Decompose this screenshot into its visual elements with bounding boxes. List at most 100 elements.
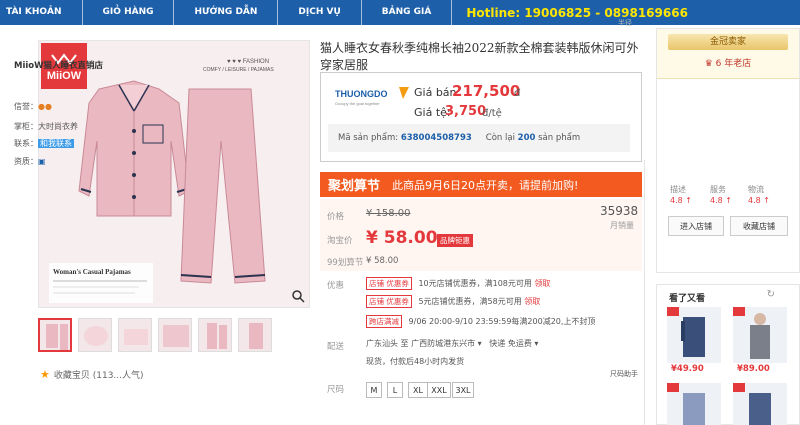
recommended-item[interactable]	[667, 307, 721, 363]
size-option-xxl[interactable]: XXL	[427, 382, 451, 398]
shipping-label: 配送	[327, 342, 345, 352]
shop-name[interactable]: MiioW猫人睡衣直销店	[14, 59, 103, 71]
thuongdo-logo-text: THUONGDO	[335, 89, 388, 99]
size-assistant-link[interactable]: 尺码助手	[610, 369, 638, 379]
rating-service-label: 服务	[710, 185, 726, 194]
thuongdo-logo: THUONGDO Occupy the goal together	[335, 87, 409, 106]
product-info-bar: Mã sản phẩm: 638004508793 Còn lại 200 sả…	[328, 124, 630, 152]
nav-pricing[interactable]: BẢNG GIÁ	[362, 0, 453, 25]
rating-logistics-value: 4.8 ↑	[748, 196, 770, 205]
cross-store-tag: 跨店满减	[366, 315, 402, 328]
shop-credit: 信誉：●●	[14, 102, 52, 111]
jhs-label: 99划算节	[327, 258, 364, 268]
monthly-sales: 35938	[600, 204, 639, 218]
coupon-2: 店铺 优惠券 5元店铺优惠券，满58元可用 领取	[366, 295, 540, 308]
thumbnail[interactable]	[238, 318, 272, 352]
product-code: 638004508793	[400, 133, 472, 143]
favorite-shop-button[interactable]: 收藏店铺	[730, 216, 788, 236]
thumbnail[interactable]	[158, 318, 192, 352]
size-label: 尺码	[327, 385, 345, 395]
thumbnail[interactable]	[78, 318, 112, 352]
enter-shop-button[interactable]: 进入店铺	[668, 216, 724, 236]
coupon-2-tag: 店铺 优惠券	[366, 295, 412, 308]
thumbnail[interactable]	[38, 318, 72, 352]
star-icon: ★	[40, 368, 50, 381]
size-option-m[interactable]: M	[366, 382, 382, 398]
size-option-3xl[interactable]: 3XL	[452, 382, 474, 398]
shipping-express: 快递 免运费	[489, 339, 532, 348]
shop-age: ♛ 6 年老店	[704, 59, 752, 69]
license-icon[interactable]: ▣	[38, 157, 46, 166]
recommended-item[interactable]	[733, 307, 787, 363]
shop-contact[interactable]: 联系： 和我联系	[14, 138, 74, 149]
fashion-sub: COMFY / LEISURE / PAJAMAS	[203, 67, 274, 73]
also-viewed-panel: 看了又看 ↻ ¥49.90 ¥89.00	[656, 284, 800, 425]
coupon-2-claim[interactable]: 领取	[524, 297, 540, 306]
current-price: ¥ 58.00	[366, 228, 438, 248]
coupon-1-text: 10元店铺优惠券，满108元可用	[418, 279, 532, 288]
credit-icon: ●●	[38, 102, 52, 111]
also-viewed-title: 看了又看	[669, 294, 706, 304]
promo-text: 此商品9月6日20点开卖，请提前加购!	[392, 178, 579, 192]
shop-seller: 掌柜：大时尚衣养	[14, 122, 78, 131]
favorite-label: 收藏宝贝 (113...人气)	[53, 371, 144, 381]
size-option-l[interactable]: L	[387, 382, 403, 398]
coupon-1-tag: 店铺 优惠券	[366, 277, 412, 290]
product-title: 猫人睡衣女春秋季纯棉长袖2022新款全棉套装韩版休闲可外穿家居服	[320, 41, 639, 72]
recommended-item[interactable]	[667, 383, 721, 425]
promo-banner: 聚划算节 此商品9月6日20点开卖，请提前加购!	[320, 172, 642, 197]
shop-panel: 金冠卖家 ♛ 6 年老店	[656, 28, 800, 273]
recommended-price: ¥49.90	[671, 364, 704, 374]
nav-services[interactable]: DỊCH VỤ	[278, 0, 362, 25]
jhs-price: ¥ 58.00	[366, 256, 399, 266]
sale-unit: đ	[514, 88, 521, 99]
thuongdo-logo-sub: Occupy the goal together	[335, 101, 380, 106]
recommended-item[interactable]	[733, 383, 787, 425]
coupon-1-claim[interactable]: 领取	[534, 279, 550, 288]
fashion-text: ♥ ♥ ♥ FASHION	[227, 59, 269, 65]
thumbnail[interactable]	[198, 318, 232, 352]
promo-logo: 聚划算节	[328, 179, 381, 194]
monthly-sales-label: 月销量	[610, 221, 634, 230]
nav-account[interactable]: TÀI KHOẢN	[0, 0, 83, 25]
miiow-logo-text: MiiOW	[47, 70, 82, 82]
rating-desc-label: 描述	[670, 185, 686, 194]
shipping-route[interactable]: 广东汕头 至 广西防城港东兴市 ▾ 快递 免运费 ▾	[366, 338, 538, 349]
cross-store-text: 9/06 20:00-9/10 23:59:59每满200减20,上不封顶	[408, 317, 596, 326]
shop-qualification: 资质：▣	[14, 157, 46, 166]
rating-logistics-label: 物流	[748, 185, 764, 194]
cross-store-offer: 跨店满减 9/06 20:00-9/10 23:59:59每满200减20,上不…	[366, 315, 595, 328]
divider	[644, 160, 645, 425]
chevron-down-icon: ▾	[477, 339, 482, 348]
image-caption: Woman's Casual Pajamas	[53, 268, 131, 276]
stock-suffix: sản phẩm	[538, 133, 581, 143]
nav-guide[interactable]: HƯỚNG DẪN	[174, 0, 279, 25]
gold-seller-badge: 金冠卖家	[668, 34, 788, 50]
top-nav: TÀI KHOẢN GIỎ HÀNG HƯỚNG DẪN DỊCH VỤ BẢN…	[0, 0, 800, 25]
main-product-image[interactable]: MiiOW ♥ ♥ ♥ FASHION COMFY / LEISURE / PA…	[38, 40, 310, 308]
coupon-2-text: 5元店铺优惠券，满58元可用	[418, 297, 522, 306]
corner-mark: 半径	[618, 19, 632, 27]
thumbnail[interactable]	[118, 318, 152, 352]
crown-icon: ♛	[704, 59, 713, 69]
rate-price: 3,750	[445, 104, 487, 119]
stock-count: 200	[517, 133, 536, 143]
offers-label: 优惠	[327, 281, 345, 291]
shipping-from: 广东汕头 至 广西防城港东兴市	[366, 339, 476, 348]
hotline: Hotline: 19006825 - 0898169666	[466, 5, 688, 20]
shipping-note: 现货，付款后48小时内发货	[366, 357, 465, 366]
zoom-icon[interactable]	[291, 289, 305, 303]
shop-header: 金冠卖家 ♛ 6 年老店	[657, 29, 799, 79]
favorite-link[interactable]: ★ 收藏宝贝 (113...人气)	[40, 368, 144, 381]
old-price: ¥ 158.00	[366, 208, 411, 219]
nav-cart[interactable]: GIỎ HÀNG	[83, 0, 175, 25]
refresh-icon[interactable]: ↻	[767, 289, 775, 300]
rate-unit: đ/tệ	[482, 108, 502, 119]
contact-button[interactable]: 和我联系	[38, 139, 74, 148]
coupon-1: 店铺 优惠券 10元店铺优惠券，满108元可用 领取	[366, 277, 550, 290]
recommended-price: ¥89.00	[737, 364, 770, 374]
stock-prefix: Còn lại	[485, 133, 515, 143]
taobao-price-label: 淘宝价	[327, 236, 353, 246]
thumbnail-strip	[38, 318, 272, 352]
size-option-xl[interactable]: XL	[408, 382, 428, 398]
